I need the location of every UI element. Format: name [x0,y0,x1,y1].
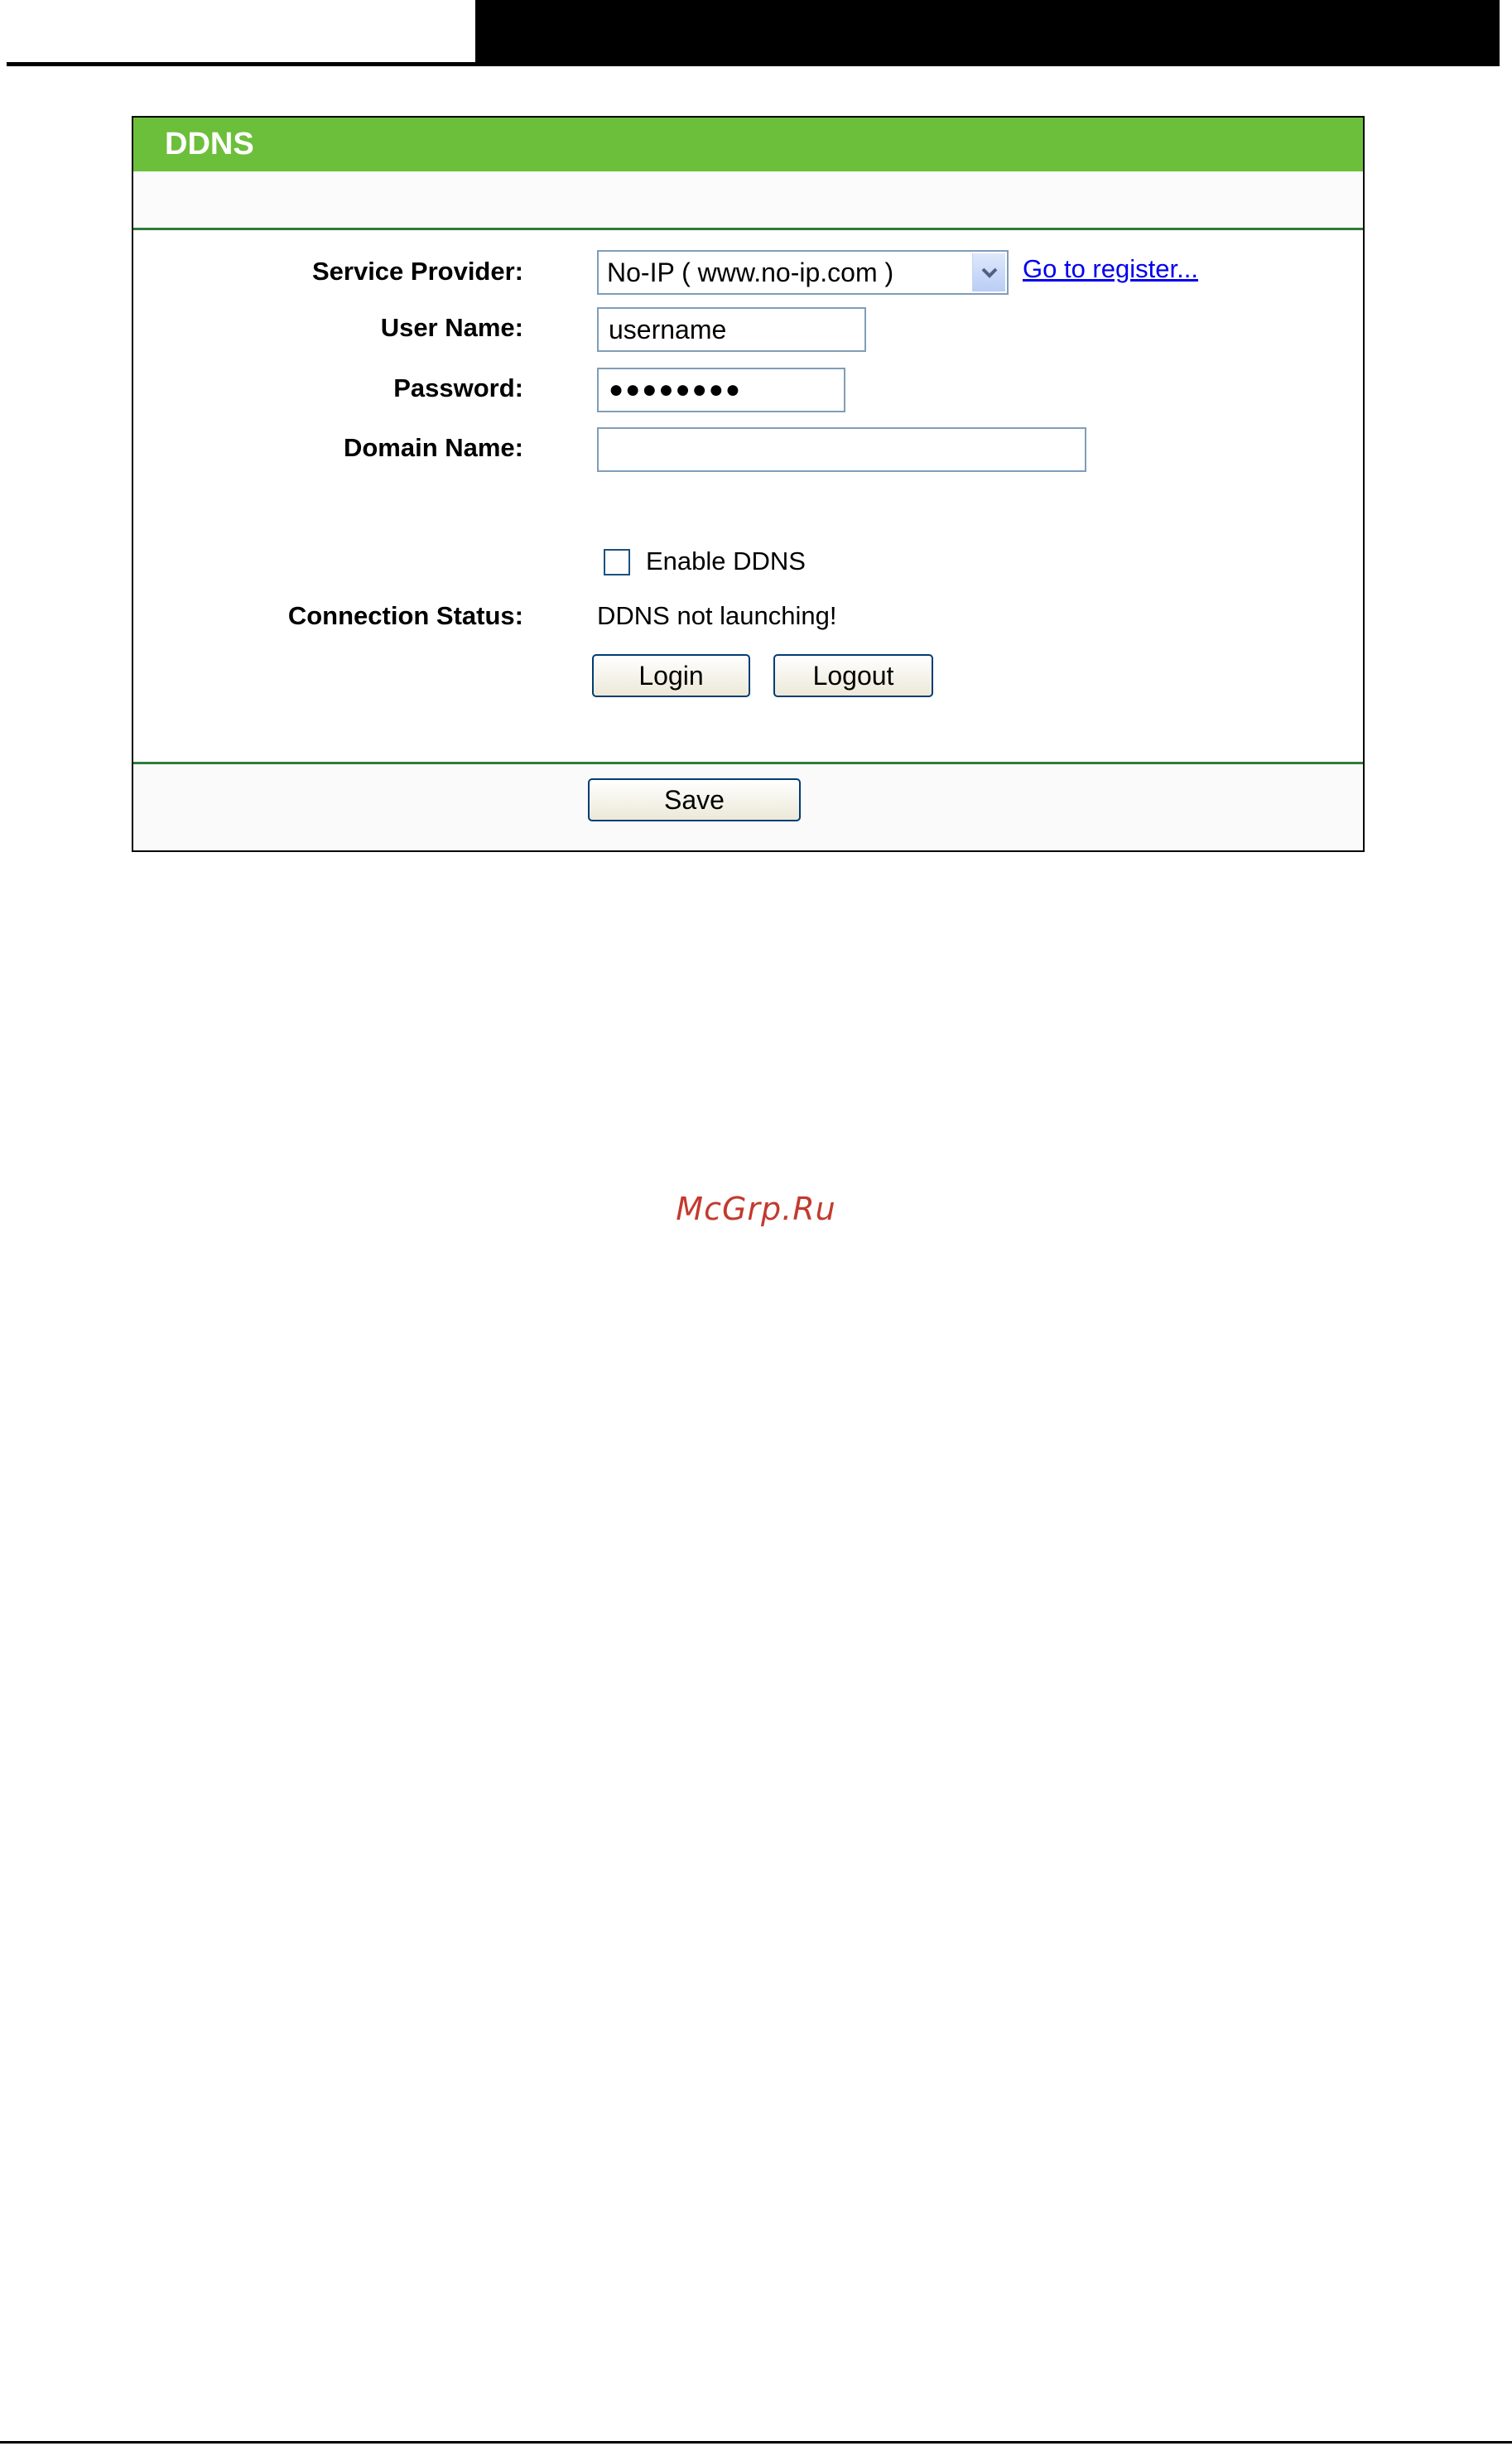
ddns-panel: DDNS Service Provider: No-IP ( www.no-ip… [132,116,1365,852]
login-button[interactable]: Login [592,654,750,697]
connection-status-label: Connection Status: [287,601,523,630]
page-header-rule [7,62,1500,66]
save-button[interactable]: Save [588,778,801,821]
service-provider-select[interactable]: No-IP ( www.no-ip.com ) [597,250,1009,295]
panel-divider-top [133,228,1363,230]
enable-ddns-checkbox[interactable] [604,549,630,575]
page-footer-rule [0,2441,1512,2444]
service-provider-label: Service Provider: [311,257,523,286]
logout-button[interactable]: Logout [773,654,933,697]
domain-name-input[interactable] [597,427,1086,472]
domain-name-label: Domain Name: [343,433,523,462]
password-label: Password: [393,373,523,402]
user-name-input[interactable]: username [597,307,866,352]
chevron-down-icon[interactable] [972,253,1005,291]
password-input[interactable]: ●●●●●●●● [597,368,845,412]
service-provider-value: No-IP ( www.no-ip.com ) [607,258,894,287]
watermark-text: McGrp.Ru [676,1191,836,1227]
go-to-register-link[interactable]: Go to register... [1023,254,1198,284]
panel-title: DDNS [133,118,1363,171]
page-header-bar [475,0,1500,62]
enable-ddns-label: Enable DDNS [646,546,806,575]
panel-subheader [133,171,1363,228]
user-name-label: User Name: [380,313,523,342]
connection-status-value: DDNS not launching! [597,601,837,630]
